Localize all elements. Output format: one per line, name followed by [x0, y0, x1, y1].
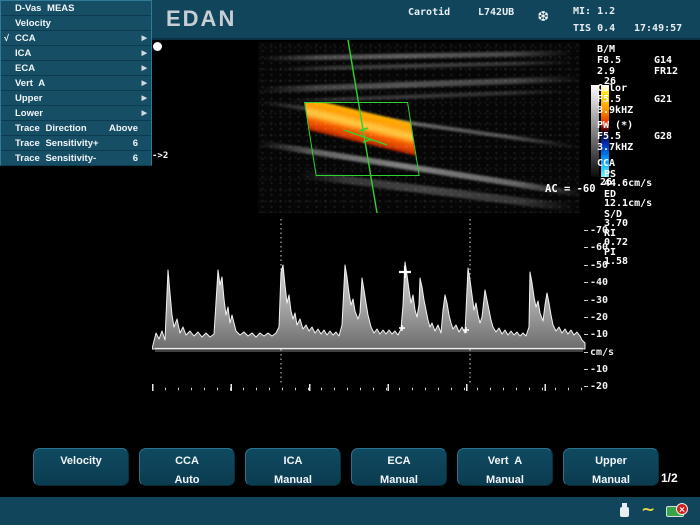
softkey-cca[interactable]: CCA Auto — [139, 448, 235, 486]
softkey-sublabel: Manual — [486, 474, 524, 486]
softkey-velocity[interactable]: Velocity — [33, 448, 129, 486]
submenu-arrow-icon: ▶ — [140, 79, 147, 87]
submenu-arrow-icon: ▶ — [140, 109, 147, 117]
menu-item-velocity[interactable]: Velocity — [1, 16, 151, 31]
velocity-scale-tick: -50 — [584, 260, 608, 271]
probe-orientation-marker — [153, 42, 162, 51]
menu-item-label: Vert A — [15, 78, 138, 89]
velocity-scale-tick: -40 — [584, 277, 608, 288]
softkey-sublabel: Auto — [174, 474, 199, 486]
color-frequency: F5.5 — [597, 94, 621, 105]
softkey-sublabel: Manual — [274, 474, 312, 486]
battery-error-badge-icon — [676, 503, 688, 515]
angle-correction-value: AC = -60 — [545, 183, 596, 195]
softkey-sublabel: Manual — [592, 474, 630, 486]
ps-caliper-cross[interactable] — [399, 266, 411, 278]
softkey-label: CCA — [175, 455, 199, 467]
result-value: 12.1cm/s — [604, 198, 652, 209]
softkey-vert-a[interactable]: Vert A Manual — [457, 448, 553, 486]
submenu-arrow-icon: ▶ — [140, 34, 147, 42]
menu-item-label: CCA — [15, 33, 138, 44]
menu-item-cca[interactable]: √CCA▶ — [1, 31, 151, 46]
velocity-scale-tick: -10 — [584, 329, 608, 340]
softkey-sublabel: Manual — [380, 474, 418, 486]
softkey-label: Upper — [595, 455, 627, 467]
menu-item-trace-sensitivity-minus[interactable]: Trace Sensitivity-6 — [1, 151, 151, 165]
menu-item-label: Upper — [15, 93, 138, 104]
submenu-arrow-icon: ▶ — [140, 64, 147, 72]
depth-marker: ->2 — [152, 151, 168, 161]
velocity-scale-tick: -30 — [584, 295, 608, 306]
usb-icon — [620, 503, 629, 517]
edan-logo: EDAN — [166, 6, 236, 32]
color-gain: G21 — [654, 94, 672, 105]
menu-item-value: 6 — [133, 153, 138, 164]
softkey-ica[interactable]: ICA Manual — [245, 448, 341, 486]
ac-power-icon: ~ — [641, 500, 655, 520]
submenu-arrow-icon: ▶ — [140, 49, 147, 57]
spectrum-trace — [152, 262, 585, 349]
softkey-label: ICA — [284, 455, 303, 467]
bm-depth: 2.9 — [597, 66, 615, 77]
pw-mode-title: PW (*) — [597, 120, 633, 131]
menu-item-value: 6 — [133, 138, 138, 149]
bm-gain: G14 — [654, 55, 672, 66]
velocity-scale-tick: -20 — [584, 312, 608, 323]
clock: 17:49:57 — [634, 23, 682, 34]
velocity-scale-tick: -60 — [584, 242, 608, 253]
menu-item-vert-a[interactable]: Vert A▶ — [1, 76, 151, 91]
menu-title: D-Vas MEAS — [1, 1, 151, 16]
exam-preset-label: Carotid — [408, 7, 450, 18]
menu-item-label: Trace Sensitivity+ — [15, 138, 133, 149]
result-value: 44.6cm/s — [604, 178, 652, 189]
pw-prf: 3.7kHZ — [597, 142, 633, 153]
menu-item-ica[interactable]: ICA▶ — [1, 46, 151, 61]
menu-item-label: Lower — [15, 108, 138, 119]
velocity-scale-tick: -70 — [584, 225, 608, 236]
menu-item-value: Above — [109, 123, 138, 134]
submenu-arrow-icon: ▶ — [140, 94, 147, 102]
probe-model-label: L742UB — [478, 7, 514, 18]
color-prf: 3.9kHZ — [597, 105, 633, 116]
bm-frequency: F8.5 — [597, 55, 621, 66]
velocity-scale-tick: -20 — [584, 381, 608, 392]
softkey-eca[interactable]: ECA Manual — [351, 448, 447, 486]
color-mode-title: Color — [597, 83, 627, 94]
check-icon: √ — [4, 33, 15, 43]
menu-item-trace-sensitivity-plus[interactable]: Trace Sensitivity+6 — [1, 136, 151, 151]
softkey-upper[interactable]: Upper Manual — [563, 448, 659, 486]
menu-item-eca[interactable]: ECA▶ — [1, 61, 151, 76]
menu-item-label: Velocity — [15, 18, 138, 29]
softkey-label: Velocity — [60, 455, 102, 467]
menu-item-label: ICA — [15, 48, 138, 59]
softkey-label: ECA — [387, 455, 410, 467]
menu-item-upper[interactable]: Upper▶ — [1, 91, 151, 106]
softkey-label: Vert A — [488, 455, 522, 467]
freeze-snowflake-icon: ❆ — [538, 8, 548, 25]
status-bar: Carotid Vel->[Set] to fix on the velocit… — [0, 497, 700, 525]
b-mode-image — [258, 42, 580, 213]
spectral-doppler-waveform — [152, 215, 586, 395]
velocity-scale-unit: cm/s — [584, 347, 614, 358]
dvas-meas-menu: D-Vas MEAS Velocity √CCA▶ ICA▶ ECA▶ Vert… — [0, 0, 152, 166]
pw-gain: G28 — [654, 131, 672, 142]
tis-value: TIS 0.4 — [573, 23, 615, 34]
mi-value: MI: 1.2 — [573, 6, 615, 17]
bm-mode-title: B/M — [597, 44, 615, 55]
menu-item-trace-direction[interactable]: Trace DirectionAbove — [1, 121, 151, 136]
speckle-noise — [258, 42, 580, 213]
menu-item-label: Trace Direction — [15, 123, 109, 134]
velocity-scale-tick: -10 — [584, 364, 608, 375]
menu-item-lower[interactable]: Lower▶ — [1, 106, 151, 121]
pw-frequency: F5.5 — [597, 131, 621, 142]
menu-item-label: ECA — [15, 63, 138, 74]
menu-item-label: Trace Sensitivity- — [15, 153, 133, 164]
ultrasound-screen: EDAN Carotid L742UB ❆ MI: 1.2 TIS 0.4 17… — [0, 0, 700, 525]
bm-framerate: FR12 — [654, 66, 678, 77]
result-vessel-name: CCA — [597, 158, 615, 169]
menu-title-label: D-Vas MEAS — [15, 3, 147, 14]
softkey-page-indicator[interactable]: 1/2 — [661, 471, 678, 485]
